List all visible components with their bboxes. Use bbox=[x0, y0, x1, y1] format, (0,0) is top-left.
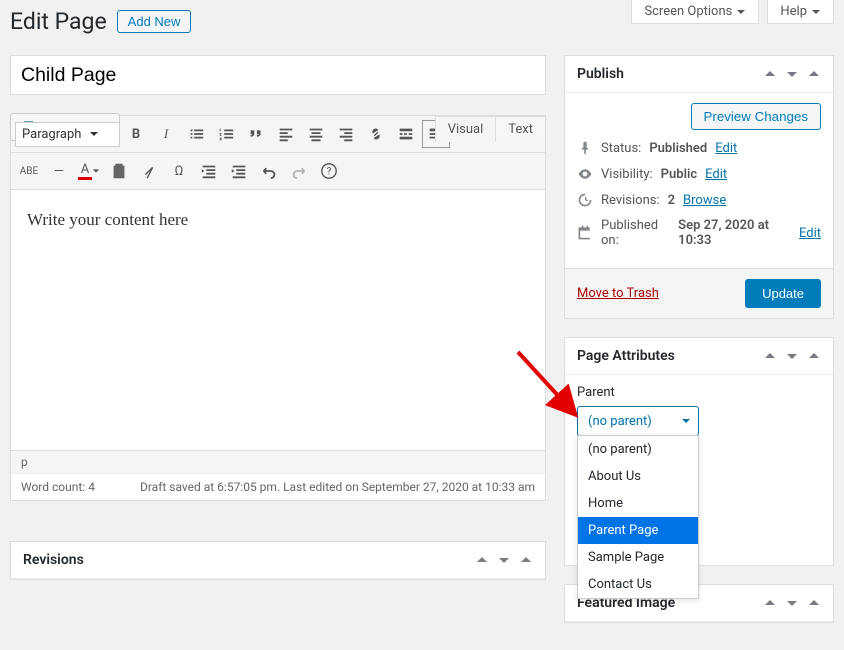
paste-button[interactable] bbox=[105, 157, 133, 185]
publish-header[interactable]: Publish bbox=[565, 56, 833, 93]
revisions-label: Revisions: bbox=[601, 193, 660, 208]
publish-title: Publish bbox=[577, 66, 624, 82]
update-button[interactable]: Update bbox=[745, 279, 821, 308]
page-title-input[interactable] bbox=[10, 55, 546, 95]
screen-options-label: Screen Options bbox=[644, 4, 732, 19]
collapse-icon[interactable] bbox=[807, 67, 821, 81]
chevron-up-icon[interactable] bbox=[475, 553, 489, 567]
chevron-down-icon[interactable] bbox=[497, 553, 511, 567]
align-center-button[interactable] bbox=[302, 120, 330, 148]
parent-option[interactable]: Sample Page bbox=[578, 544, 698, 571]
help-label: Help bbox=[780, 4, 807, 19]
toolbar-row-2: ABE — A Ω ? bbox=[11, 153, 545, 190]
undo-button[interactable] bbox=[255, 157, 283, 185]
draft-status: Draft saved at 6:57:05 pm. Last edited o… bbox=[140, 480, 535, 494]
text-tab[interactable]: Text bbox=[495, 116, 546, 142]
number-list-button[interactable] bbox=[212, 120, 240, 148]
chevron-up-icon[interactable] bbox=[763, 349, 777, 363]
redo-button[interactable] bbox=[285, 157, 313, 185]
bold-button[interactable]: B bbox=[122, 120, 150, 148]
visual-tab[interactable]: Visual bbox=[435, 116, 497, 142]
history-icon bbox=[577, 192, 593, 208]
eye-icon bbox=[577, 166, 593, 182]
status-label: Status: bbox=[601, 141, 641, 156]
parent-option[interactable]: About Us bbox=[578, 463, 698, 490]
chevron-down-icon[interactable] bbox=[785, 67, 799, 81]
align-left-button[interactable] bbox=[272, 120, 300, 148]
quote-button[interactable] bbox=[242, 120, 270, 148]
chevron-down-icon bbox=[811, 7, 821, 17]
word-count-label: Word count: bbox=[21, 480, 85, 494]
edit-date-link[interactable]: Edit bbox=[799, 226, 821, 241]
align-right-button[interactable] bbox=[332, 120, 360, 148]
revisions-title: Revisions bbox=[23, 552, 84, 568]
parent-label: Parent bbox=[577, 385, 821, 400]
status-value: Published bbox=[649, 141, 707, 156]
collapse-icon[interactable] bbox=[519, 553, 533, 567]
attributes-title: Page Attributes bbox=[577, 348, 675, 364]
hr-button[interactable]: — bbox=[45, 157, 73, 185]
parent-selected-value: (no parent) bbox=[588, 414, 652, 429]
parent-dropdown[interactable]: (no parent)About UsHomeParent PageSample… bbox=[577, 435, 699, 599]
chevron-down-icon bbox=[89, 129, 99, 139]
publish-panel: Publish Preview Changes Status: Publishe… bbox=[564, 55, 834, 319]
parent-option[interactable]: Home bbox=[578, 490, 698, 517]
preview-changes-button[interactable]: Preview Changes bbox=[691, 103, 821, 130]
indent-button[interactable] bbox=[225, 157, 253, 185]
revisions-panel-header[interactable]: Revisions bbox=[11, 542, 545, 579]
published-label: Published on: bbox=[601, 218, 670, 248]
chevron-down-icon[interactable] bbox=[785, 349, 799, 363]
parent-option[interactable]: Parent Page bbox=[578, 517, 698, 544]
html-path: p bbox=[11, 450, 545, 473]
visibility-value: Public bbox=[661, 167, 697, 182]
attributes-header[interactable]: Page Attributes bbox=[565, 338, 833, 375]
page-title: Edit Page bbox=[10, 8, 107, 35]
italic-button[interactable]: I bbox=[152, 120, 180, 148]
parent-option[interactable]: Contact Us bbox=[578, 571, 698, 598]
bullet-list-button[interactable] bbox=[182, 120, 210, 148]
add-new-button[interactable]: Add New bbox=[117, 10, 192, 33]
published-value: Sep 27, 2020 at 10:33 bbox=[678, 218, 791, 248]
chevron-up-icon[interactable] bbox=[763, 67, 777, 81]
revisions-value: 2 bbox=[668, 193, 675, 208]
chevron-down-icon bbox=[736, 7, 746, 17]
edit-visibility-link[interactable]: Edit bbox=[705, 167, 727, 182]
browse-revisions-link[interactable]: Browse bbox=[683, 193, 726, 208]
help-tab[interactable]: Help bbox=[767, 0, 834, 24]
parent-select[interactable]: (no parent) bbox=[577, 406, 699, 436]
text-color-button[interactable]: A bbox=[75, 157, 103, 185]
clear-format-button[interactable] bbox=[135, 157, 163, 185]
chevron-up-icon[interactable] bbox=[763, 596, 777, 610]
page-attributes-panel: Page Attributes Parent (no parent) (no p… bbox=[564, 337, 834, 566]
content-editor[interactable]: Write your content here bbox=[11, 190, 545, 450]
chevron-down-icon[interactable] bbox=[785, 596, 799, 610]
strikethrough-button[interactable]: ABE bbox=[15, 157, 43, 185]
word-count-value: 4 bbox=[88, 480, 95, 494]
svg-text:?: ? bbox=[327, 167, 332, 178]
link-button[interactable] bbox=[362, 120, 390, 148]
collapse-icon[interactable] bbox=[807, 596, 821, 610]
special-char-button[interactable]: Ω bbox=[165, 157, 193, 185]
outdent-button[interactable] bbox=[195, 157, 223, 185]
calendar-icon bbox=[577, 225, 593, 241]
visibility-label: Visibility: bbox=[601, 167, 653, 182]
parent-option[interactable]: (no parent) bbox=[578, 436, 698, 463]
screen-options-tab[interactable]: Screen Options bbox=[631, 0, 759, 24]
editor-footer: Word count: 4 Draft saved at 6:57:05 pm.… bbox=[11, 473, 545, 500]
editor-content-text: Write your content here bbox=[27, 210, 188, 229]
edit-status-link[interactable]: Edit bbox=[715, 141, 737, 156]
read-more-button[interactable] bbox=[392, 120, 420, 148]
help-button[interactable]: ? bbox=[315, 157, 343, 185]
pin-icon bbox=[577, 140, 593, 156]
collapse-icon[interactable] bbox=[807, 349, 821, 363]
chevron-down-icon bbox=[680, 415, 692, 427]
move-to-trash-link[interactable]: Move to Trash bbox=[577, 286, 659, 301]
format-select[interactable]: Paragraph bbox=[15, 122, 120, 147]
